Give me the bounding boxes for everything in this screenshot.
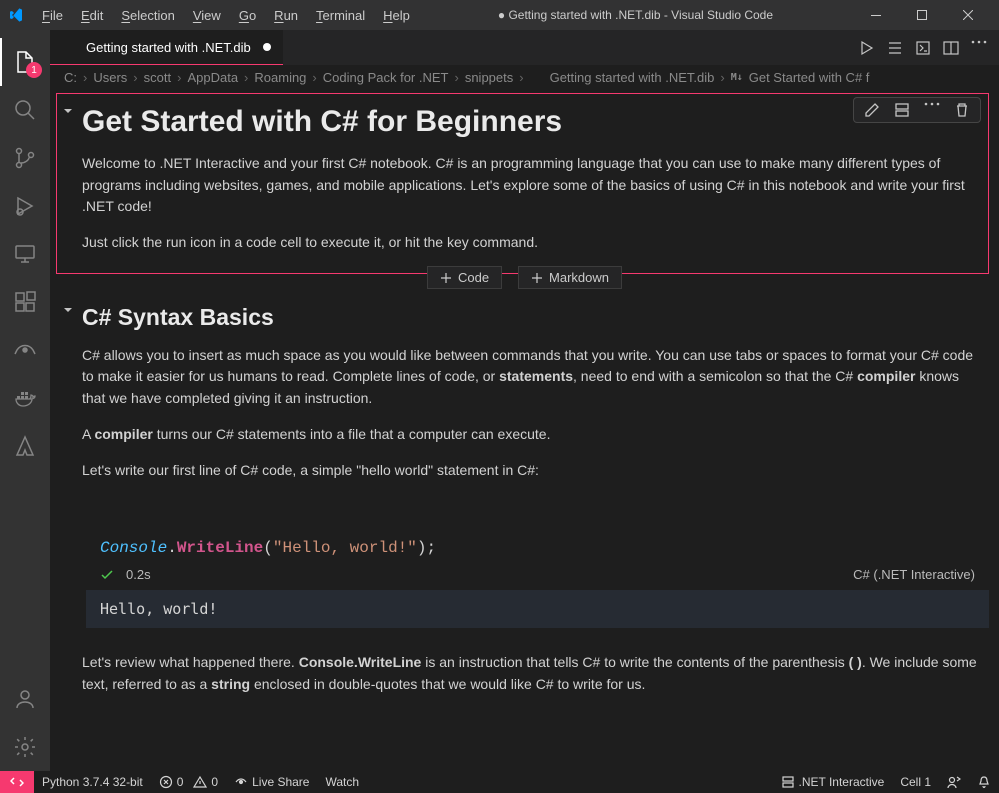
status-bar: Python 3.7.4 32-bit 0 0 Live Share Watch… [0, 771, 999, 793]
menu-selection[interactable]: Selection [113, 4, 182, 27]
tab-label: Getting started with .NET.dib [86, 40, 251, 55]
status-cell-pos[interactable]: Cell 1 [892, 771, 939, 793]
cell1-title: Get Started with C# for Beginners [82, 105, 979, 139]
activity-remote-explorer[interactable] [0, 230, 50, 278]
add-markdown-cell-button[interactable]: Markdown [518, 266, 622, 289]
feedback-icon [947, 775, 961, 789]
activity-run-debug[interactable] [0, 182, 50, 230]
menu-terminal[interactable]: Terminal [308, 4, 373, 27]
status-feedback[interactable] [939, 771, 969, 793]
activity-azure[interactable] [0, 422, 50, 470]
bell-icon [977, 775, 991, 789]
add-code-cell-button[interactable]: Code [427, 266, 502, 289]
more-cell-icon[interactable] [924, 102, 940, 118]
activity-settings[interactable] [0, 723, 50, 771]
split-cell-icon[interactable] [894, 102, 910, 118]
maximize-button[interactable] [899, 0, 945, 30]
close-button[interactable] [945, 0, 991, 30]
cell2-p2: A compiler turns our C# statements into … [82, 424, 979, 446]
file-icon [530, 70, 544, 84]
tab-dirty-indicator [263, 43, 271, 51]
code-cell-1[interactable]: Console.WriteLine("Hello, world!"); 0.2s… [86, 525, 989, 628]
activity-docker[interactable] [0, 374, 50, 422]
markdown-cell-2[interactable]: C# Syntax Basics C# allows you to insert… [56, 292, 989, 501]
delete-cell-icon[interactable] [954, 102, 970, 118]
notebook-icon [62, 39, 78, 55]
window-controls [853, 0, 991, 30]
editor-area: Getting started with .NET.dib C:› Users›… [50, 30, 999, 771]
exec-time: 0.2s [126, 567, 151, 582]
status-watch[interactable]: Watch [317, 771, 367, 793]
menu-bar: File Edit Selection View Go Run Terminal… [34, 4, 418, 27]
edit-cell-icon[interactable] [864, 102, 880, 118]
add-cell-row: Code Markdown [50, 268, 999, 288]
markdown-icon: M↓ [731, 72, 743, 83]
cell1-p2: Just click the run icon in a code cell t… [82, 232, 979, 254]
success-check-icon [100, 568, 114, 582]
run-all-icon[interactable] [859, 40, 875, 56]
liveshare-icon [234, 775, 248, 789]
activity-search[interactable] [0, 86, 50, 134]
tab-bar: Getting started with .NET.dib [50, 30, 999, 65]
status-python[interactable]: Python 3.7.4 32-bit [34, 771, 151, 793]
activity-explorer[interactable]: 1 [0, 38, 50, 86]
menu-go[interactable]: Go [231, 4, 264, 27]
activity-source-control[interactable] [0, 134, 50, 182]
variables-icon[interactable] [915, 40, 931, 56]
more-actions-icon[interactable] [971, 40, 987, 56]
split-editor-icon[interactable] [943, 40, 959, 56]
window-title: ● Getting started with .NET.dib - Visual… [418, 8, 853, 22]
titlebar: File Edit Selection View Go Run Terminal… [0, 0, 999, 30]
activity-extensions[interactable] [0, 278, 50, 326]
clear-outputs-icon[interactable] [887, 40, 903, 56]
tab-notebook[interactable]: Getting started with .NET.dib [50, 30, 283, 65]
code-content[interactable]: Console.WriteLine("Hello, world!"); [86, 533, 989, 563]
activity-accounts[interactable] [0, 675, 50, 723]
menu-edit[interactable]: Edit [73, 4, 111, 27]
markdown-cell-3[interactable]: Let's review what happened there. Consol… [56, 646, 989, 715]
notebook-body: Get Started with C# for Beginners Welcom… [50, 89, 999, 771]
server-icon [781, 775, 795, 789]
error-icon [159, 775, 173, 789]
cell2-p3: Let's write our first line of C# code, a… [82, 460, 979, 482]
cell2-p1: C# allows you to insert as much space as… [82, 345, 979, 410]
activity-bar: 1 [0, 30, 50, 771]
cell2-title: C# Syntax Basics [82, 304, 979, 331]
breadcrumbs[interactable]: C:› Users› scott› AppData› Roaming› Codi… [50, 65, 999, 89]
warning-icon [193, 775, 207, 789]
cell-kernel[interactable]: C# (.NET Interactive) [853, 567, 975, 582]
cell1-p1: Welcome to .NET Interactive and your fir… [82, 153, 979, 218]
activity-badge: 1 [26, 62, 42, 78]
execution-status: 0.2s C# (.NET Interactive) [86, 563, 989, 590]
fold-icon[interactable] [62, 304, 74, 316]
menu-help[interactable]: Help [375, 4, 418, 27]
cell-output: Hello, world! [86, 590, 989, 628]
cell-toolbar [853, 97, 981, 123]
menu-file[interactable]: File [34, 4, 71, 27]
menu-run[interactable]: Run [266, 4, 306, 27]
status-problems[interactable]: 0 0 [151, 771, 226, 793]
status-liveshare[interactable]: Live Share [226, 771, 317, 793]
remote-indicator[interactable] [0, 771, 34, 793]
markdown-cell-1[interactable]: Get Started with C# for Beginners Welcom… [56, 93, 989, 274]
activity-liveshare[interactable] [0, 326, 50, 374]
fold-icon[interactable] [62, 105, 74, 117]
editor-actions [847, 40, 999, 56]
status-kernel[interactable]: .NET Interactive [773, 771, 893, 793]
vscode-logo-icon [8, 7, 24, 23]
cell3-p: Let's review what happened there. Consol… [82, 652, 979, 695]
menu-view[interactable]: View [185, 4, 229, 27]
status-notifications[interactable] [969, 771, 999, 793]
minimize-button[interactable] [853, 0, 899, 30]
